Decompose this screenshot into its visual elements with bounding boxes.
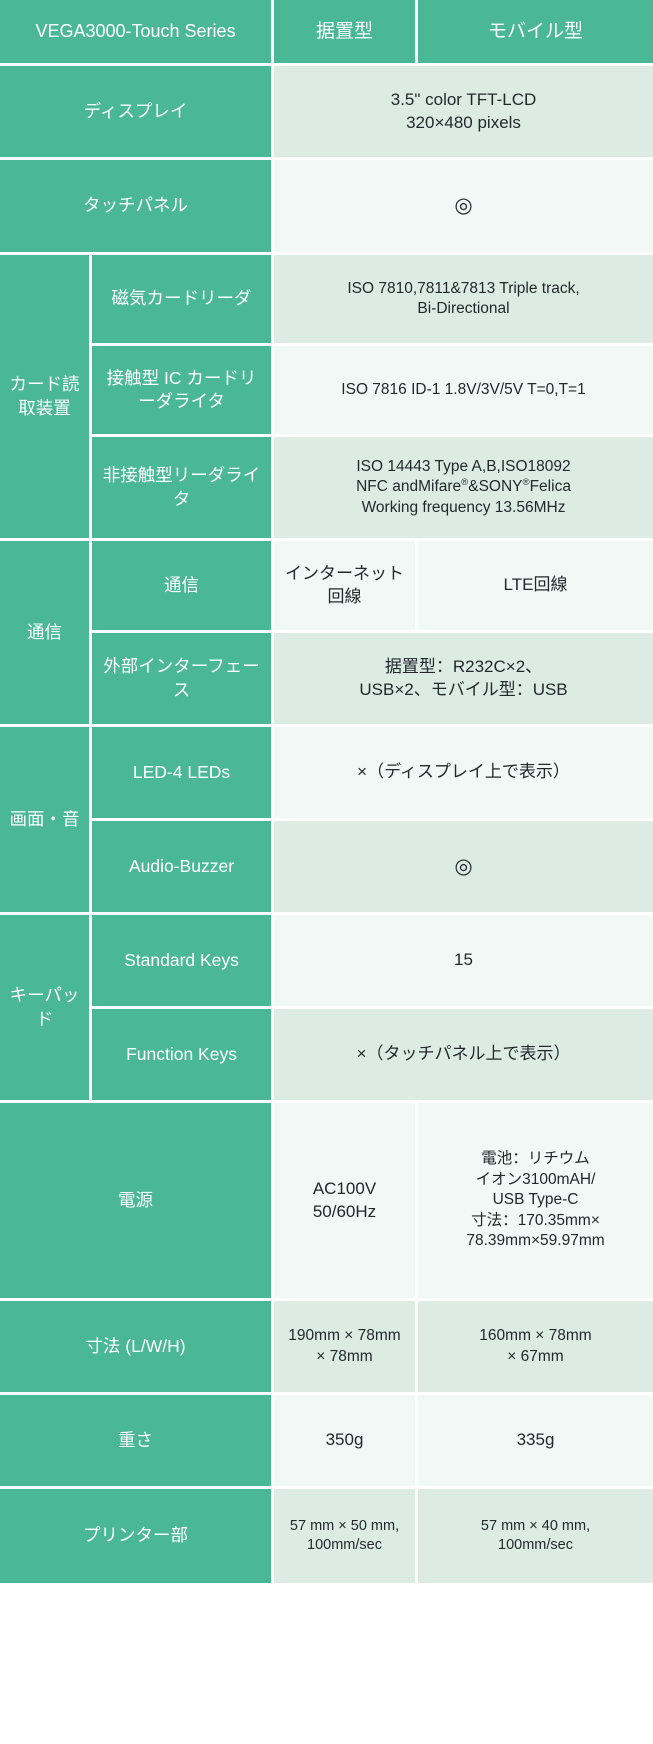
printer-mobile-line1: 57 mm × 40 mm,: [480, 1517, 591, 1534]
cell-display-value: 3.5" color TFT-LCD 320×480 pixels: [274, 66, 653, 160]
cell-led-value: ×（ディスプレイ上で表示）: [274, 727, 653, 821]
power-stationary-line2: 50/60Hz: [312, 1201, 377, 1221]
column-header-stationary: 据置型: [274, 0, 419, 66]
cell-touch-panel-value: ◎: [274, 160, 653, 255]
magnetic-value-line2: Bi-Directional: [417, 300, 510, 317]
cell-network-stationary: インターネット回線: [274, 541, 419, 633]
row-label-printer: プリンター部: [0, 1489, 275, 1583]
dimensions-mobile-line1: 160mm × 78mm: [479, 1327, 592, 1345]
contactless-felica-text: Felica: [529, 478, 571, 496]
cell-weight-mobile: 335g: [418, 1395, 653, 1489]
cell-dimensions-mobile: 160mm × 78mm × 67mm: [418, 1301, 653, 1395]
cell-weight-stationary: 350g: [274, 1395, 419, 1489]
display-value-line1: 3.5" color TFT-LCD: [390, 90, 537, 110]
table-row-weight: 重さ 350g 335g: [0, 1395, 653, 1489]
cell-contactless-value: ISO 14443 Type A,B,ISO18092 NFC andMifar…: [274, 437, 653, 541]
row-label-external-interface: 外部インターフェース: [92, 633, 275, 727]
cell-standard-keys-value: 15: [274, 915, 653, 1009]
cell-contact-ic-value: ISO 7816 ID-1 1.8V/3V/5V T=0,T=1: [274, 346, 653, 437]
specifications-table: VEGA3000-Touch Series 据置型 モバイル型 ディスプレイ 3…: [0, 0, 653, 1583]
row-group-label-screen-sound: 画面・音: [0, 727, 92, 915]
power-mobile-line4: 寸法：170.35mm×: [471, 1211, 600, 1229]
power-mobile-line5: 78.39mm×59.97mm: [466, 1232, 605, 1250]
row-label-contactless-reader: 非接触型リーダライタ: [92, 437, 275, 541]
contactless-value-line3: Working frequency 13.56MHz: [361, 498, 566, 516]
product-title: VEGA3000-Touch Series: [0, 0, 275, 66]
cell-function-keys-value: ×（タッチパネル上で表示）: [274, 1009, 653, 1103]
row-label-function-keys: Function Keys: [92, 1009, 275, 1103]
cell-external-interface-value: 据置型：R232C×2、 USB×2、モバイル型：USB: [274, 633, 653, 727]
table-row-display: ディスプレイ 3.5" color TFT-LCD 320×480 pixels: [0, 66, 653, 160]
dimensions-mobile-line2: × 67mm: [507, 1347, 564, 1365]
column-header-mobile: モバイル型: [418, 0, 653, 66]
row-label-power: 電源: [0, 1103, 275, 1301]
external-interface-line2: USB×2、モバイル型：USB: [359, 679, 568, 699]
row-label-led: LED-4 LEDs: [92, 727, 275, 821]
table-row-contactless-reader: 非接触型リーダライタ ISO 14443 Type A,B,ISO18092 N…: [0, 437, 653, 541]
dimensions-stationary-line1: 190mm × 78mm: [288, 1327, 401, 1345]
table-row-power: 電源 AC100V 50/60Hz 電池：リチウム イオン3100mAH/ US…: [0, 1103, 653, 1301]
row-label-magnetic-card-reader: 磁気カードリーダ: [92, 255, 275, 346]
display-value-line2: 320×480 pixels: [406, 112, 521, 132]
table-row-magnetic-card-reader: カード読取装置 磁気カードリーダ ISO 7810,7811&7813 Trip…: [0, 255, 653, 541]
table-row-contact-ic-card: 接触型 IC カードリーダライタ ISO 7816 ID-1 1.8V/3V/5…: [0, 346, 653, 437]
table-row-function-keys: Function Keys ×（タッチパネル上で表示）: [0, 1009, 653, 1103]
row-label-touch-panel: タッチパネル: [0, 160, 275, 255]
registered-mark-icon-2: ®: [522, 477, 530, 489]
cell-printer-mobile: 57 mm × 40 mm, 100mm/sec: [418, 1489, 653, 1583]
dimensions-stationary-line2: × 78mm: [316, 1347, 373, 1365]
table-row-audio-buzzer: Audio-Buzzer ◎: [0, 821, 653, 915]
cell-audio-buzzer-value: ◎: [274, 821, 653, 915]
contactless-value-line2: NFC andMifare®&SONY®Felica: [280, 477, 647, 498]
cell-network-mobile: LTE回線: [418, 541, 653, 633]
contactless-nfc-text: NFC andMifare: [356, 478, 462, 496]
power-mobile-line3: USB Type-C: [492, 1191, 579, 1209]
row-label-network: 通信: [92, 541, 275, 633]
row-label-weight: 重さ: [0, 1395, 275, 1489]
table-row-standard-keys: キーパッド Standard Keys 15: [0, 915, 653, 1103]
table-row-dimensions: 寸法 (L/W/H) 190mm × 78mm × 78mm 160mm × 7…: [0, 1301, 653, 1395]
table-header-row: VEGA3000-Touch Series 据置型 モバイル型: [0, 0, 653, 66]
row-group-label-keypad: キーパッド: [0, 915, 92, 1103]
external-interface-line1: 据置型：R232C×2、: [384, 657, 543, 677]
table-row-external-interface: 外部インターフェース 据置型：R232C×2、 USB×2、モバイル型：USB: [0, 633, 653, 727]
row-label-standard-keys: Standard Keys: [92, 915, 275, 1009]
power-stationary-line1: AC100V: [312, 1179, 377, 1199]
table-row-network: 通信 通信 インターネット回線 LTE回線: [0, 541, 653, 727]
contactless-sony-text: &SONY: [468, 478, 523, 496]
row-label-audio-buzzer: Audio-Buzzer: [92, 821, 275, 915]
power-mobile-line1: 電池：リチウム: [481, 1150, 590, 1168]
row-label-dimensions: 寸法 (L/W/H): [0, 1301, 275, 1395]
printer-mobile-line2: 100mm/sec: [498, 1537, 573, 1553]
row-label-display: ディスプレイ: [0, 66, 275, 160]
row-label-contact-ic-card: 接触型 IC カードリーダライタ: [92, 346, 275, 437]
magnetic-value-line1: ISO 7810,7811&7813 Triple track,: [347, 279, 580, 297]
cell-dimensions-stationary: 190mm × 78mm × 78mm: [274, 1301, 419, 1395]
cell-printer-stationary: 57 mm × 50 mm, 100mm/sec: [274, 1489, 419, 1583]
table-row-touch-panel: タッチパネル ◎: [0, 160, 653, 255]
table-row-led: 画面・音 LED-4 LEDs ×（ディスプレイ上で表示）: [0, 727, 653, 915]
row-group-label-communication: 通信: [0, 541, 92, 727]
table-row-printer: プリンター部 57 mm × 50 mm, 100mm/sec 57 mm × …: [0, 1489, 653, 1583]
printer-stationary-line1: 57 mm × 50 mm,: [289, 1517, 400, 1534]
cell-power-stationary: AC100V 50/60Hz: [274, 1103, 419, 1301]
cell-magnetic-value: ISO 7810,7811&7813 Triple track, Bi-Dire…: [274, 255, 653, 346]
cell-power-mobile: 電池：リチウム イオン3100mAH/ USB Type-C 寸法：170.35…: [418, 1103, 653, 1301]
power-mobile-line2: イオン3100mAH/: [475, 1170, 596, 1188]
contactless-value-line1: ISO 14443 Type A,B,ISO18092: [356, 457, 571, 475]
printer-stationary-line2: 100mm/sec: [307, 1537, 382, 1553]
row-group-label-card-reader: カード読取装置: [0, 255, 92, 541]
